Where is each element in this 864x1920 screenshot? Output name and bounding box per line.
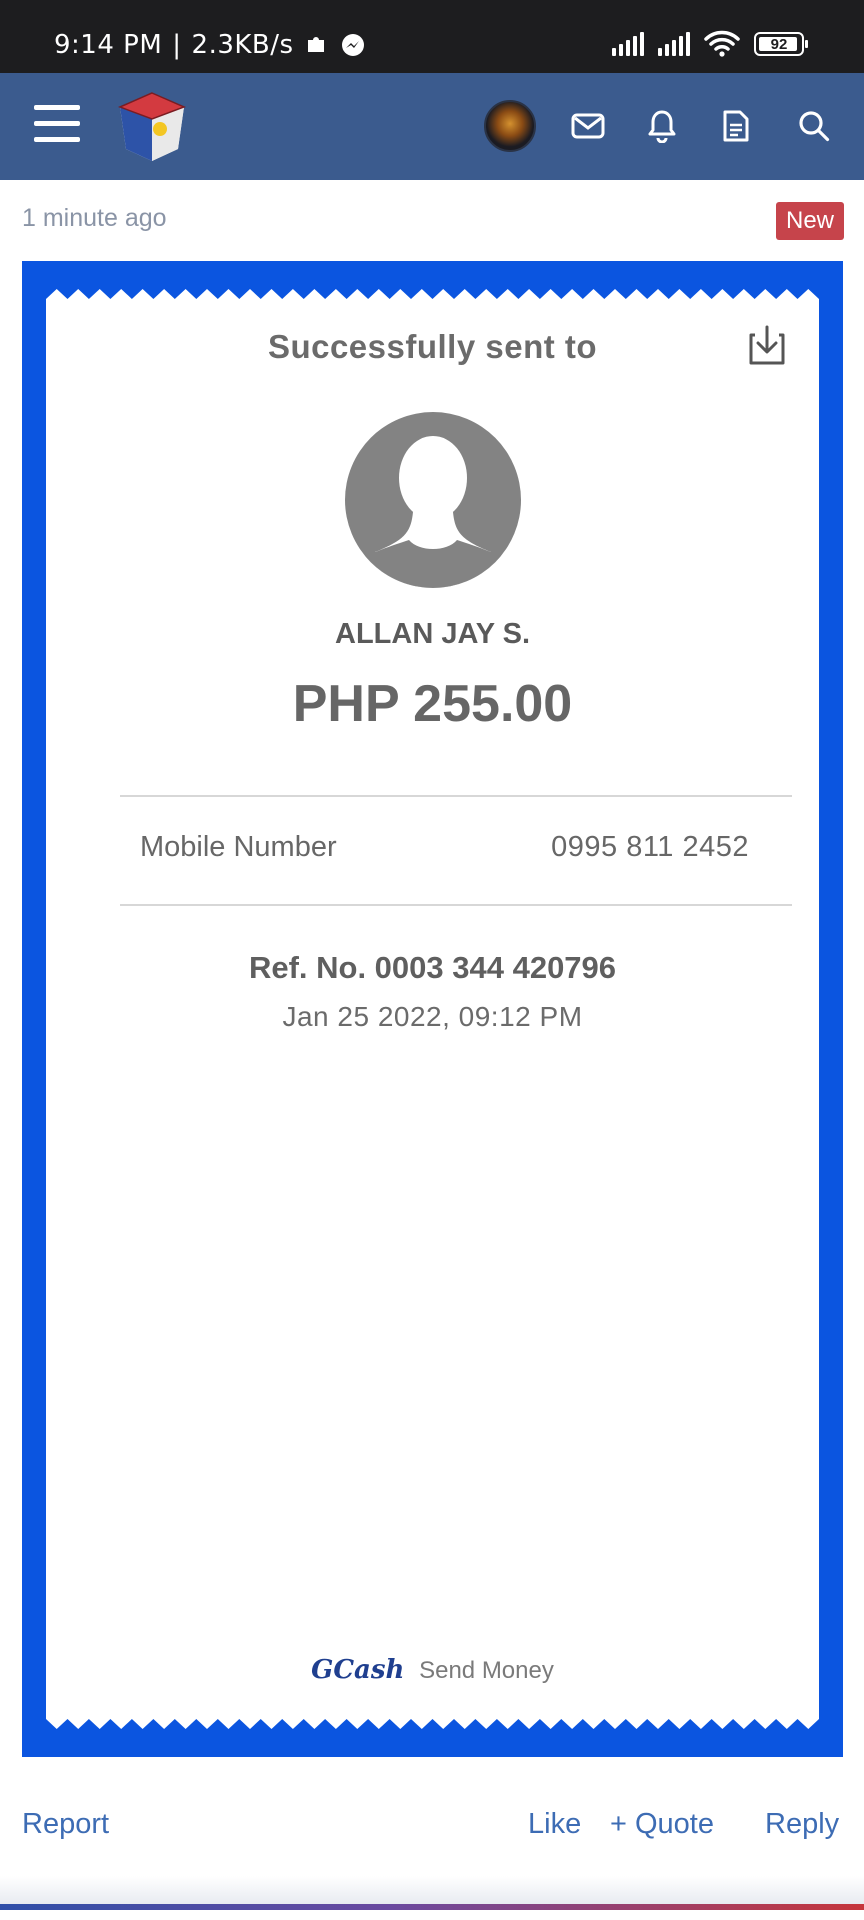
document-icon[interactable]	[708, 98, 764, 154]
receipt-zigzag-top	[46, 285, 819, 299]
post-time: 1 minute ago	[22, 204, 167, 232]
mail-icon[interactable]	[560, 98, 616, 154]
mobile-value: 0995 811 2452	[551, 831, 749, 863]
hamburger-icon[interactable]	[34, 105, 80, 145]
divider	[120, 904, 792, 906]
puzzle-icon	[307, 37, 324, 52]
user-avatar[interactable]	[482, 98, 538, 154]
mobile-label: Mobile Number	[140, 831, 337, 863]
reply-button[interactable]: Reply	[765, 1808, 839, 1841]
status-bar: 9:14 PM | 2.3KB/s 92	[0, 0, 864, 73]
reference-number: Ref. No. 0003 344 420796	[248, 950, 617, 985]
like-button[interactable]: Like	[528, 1808, 581, 1841]
gcash-logo: GCash	[311, 1655, 405, 1685]
receipt-image[interactable]: Successfully sent to ALLAN JAY S. PHP 25…	[22, 261, 843, 1757]
battery-icon: 92	[754, 32, 808, 56]
recipient-avatar	[345, 412, 521, 588]
bottom-shade	[0, 1876, 864, 1904]
post-actions: Report Like + Quote Reply	[0, 1808, 864, 1848]
status-left: 9:14 PM | 2.3KB/s	[54, 30, 366, 60]
receipt-card: Successfully sent to ALLAN JAY S. PHP 25…	[46, 285, 819, 1733]
amount: PHP 255.00	[292, 675, 573, 733]
download-icon[interactable]	[745, 323, 789, 369]
signal-icon	[612, 32, 644, 56]
receipt-title: Successfully sent to	[267, 328, 598, 365]
bottom-accent-bar	[0, 1904, 864, 1910]
messenger-icon	[341, 34, 364, 56]
quote-button[interactable]: + Quote	[610, 1808, 714, 1841]
transaction-date: Jan 25 2022, 09:12 PM	[282, 1001, 583, 1032]
status-time: 9:14 PM	[54, 30, 163, 60]
status-speed: 2.3KB/s	[191, 30, 294, 60]
receipt-footer: GCash Send Money	[46, 1655, 819, 1685]
divider	[120, 795, 792, 797]
report-link[interactable]: Report	[22, 1808, 109, 1841]
search-icon[interactable]	[786, 98, 842, 154]
footer-caption: Send Money	[419, 1657, 554, 1684]
bell-icon[interactable]	[634, 98, 690, 154]
logo-icon[interactable]	[116, 89, 188, 165]
wifi-icon	[704, 30, 740, 57]
status-right: 92	[612, 30, 808, 58]
status-separator: |	[172, 30, 182, 60]
signal-icon-2	[658, 32, 690, 56]
battery-level: 92	[770, 35, 788, 53]
receipt-zigzag-bottom	[46, 1719, 819, 1733]
new-badge: New	[775, 202, 844, 240]
app-header	[0, 73, 864, 180]
recipient-name: ALLAN JAY S.	[335, 618, 530, 650]
